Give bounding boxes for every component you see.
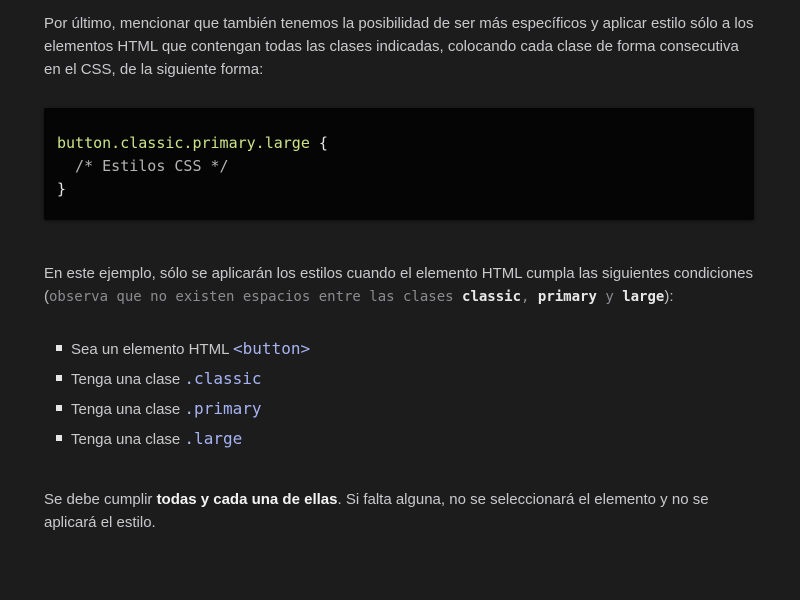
intro-paragraph: Por último, mencionar que también tenemo… [44, 15, 754, 78]
paren-close: ): [664, 288, 674, 305]
code-line-selector: button.classic.primary.large { [57, 132, 741, 155]
list-item-text: Sea un elemento HTML [71, 341, 234, 358]
list-item: Tenga una clase .primary [56, 394, 310, 424]
bullet-icon [56, 375, 62, 381]
list-item: Tenga una clase .classic [56, 364, 310, 394]
class-primary: primary [537, 289, 597, 305]
list-item-text: Tenga una clase [71, 431, 185, 448]
list-item-text: Tenga una clase [71, 401, 185, 418]
code-comment: /* Estilos CSS */ [57, 157, 229, 175]
list-item-code: .large [184, 429, 243, 448]
list-item-code: <button> [233, 339, 311, 358]
separator-comma: , [521, 289, 538, 305]
close-brace: } [57, 180, 67, 198]
outro-text-before: Se debe cumplir [44, 491, 157, 508]
list-item-code: .primary [184, 399, 262, 418]
list-item: Sea un elemento HTML <button> [56, 334, 310, 364]
code-block: button.classic.primary.large { /* Estilo… [44, 108, 754, 220]
outro-bold: todas y cada una de ellas [156, 491, 338, 508]
list-item-code: .classic [184, 369, 262, 388]
spaces-note: observa que no existen espacios entre la… [49, 289, 463, 305]
article-content: Por último, mencionar que también tenemo… [0, 0, 800, 600]
bullet-icon [56, 405, 62, 411]
open-brace: { [309, 134, 328, 152]
list-item: Tenga una clase .large [56, 424, 310, 454]
class-large: large [622, 289, 665, 305]
bullet-icon [56, 435, 62, 441]
conditions-text: En este ejemplo, sólo se aplicarán los e… [44, 265, 753, 282]
list-item-text: Tenga una clase [71, 371, 185, 388]
bullet-icon [56, 345, 62, 351]
conditions-paragraph: En este ejemplo, sólo se aplicarán los e… [44, 262, 756, 309]
class-classic: classic [462, 289, 522, 305]
conditions-list: Sea un elemento HTML <button> Tenga una … [56, 334, 310, 454]
outro-paragraph: Se debe cumplir todas y cada una de ella… [44, 488, 756, 534]
css-selector: button.classic.primary.large [57, 134, 310, 152]
separator-y: y [596, 289, 623, 305]
